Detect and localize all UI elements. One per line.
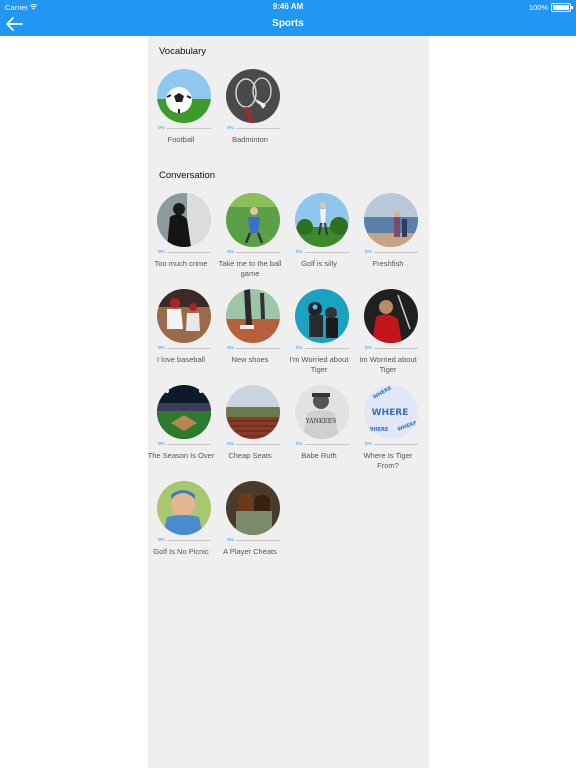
lesson-label: Take me to the ball game xyxy=(218,259,282,278)
progress-bar xyxy=(167,540,211,541)
progress-bar xyxy=(167,444,211,445)
progress-bar xyxy=(305,444,349,445)
progress-percent: 0% xyxy=(296,441,303,446)
progress-bar xyxy=(374,444,418,445)
progress-percent: 0% xyxy=(158,537,165,542)
progress-percent: 0% xyxy=(158,441,165,446)
navigation-bar: Carrier 9:46 AM 100% Sports xyxy=(0,0,576,36)
lesson-thumbnail xyxy=(295,289,349,343)
battery-icon xyxy=(551,3,573,12)
svg-text:YANKEES: YANKEES xyxy=(305,418,336,425)
lesson-label: Freshfish xyxy=(372,259,404,268)
progress-percent: 0% xyxy=(158,125,165,130)
lesson-label: Golf is silly xyxy=(301,259,337,268)
lesson-thumbnail xyxy=(226,289,280,343)
lesson-label: Where Is Tiger From? xyxy=(363,451,413,470)
lesson-thumbnail xyxy=(226,385,280,439)
lesson-thumbnail xyxy=(226,481,280,535)
progress-bar xyxy=(236,128,280,129)
page-title: Sports xyxy=(272,18,304,29)
section-title-conversation: Conversation xyxy=(159,170,215,181)
lesson-thumbnail xyxy=(157,289,211,343)
lesson-thumbnail xyxy=(295,193,349,247)
lesson-thumbnail xyxy=(364,193,418,247)
progress-bar xyxy=(374,252,418,253)
lesson-thumbnail xyxy=(226,193,280,247)
lessons-panel: Vocabulary Conversation 0% Football 0% Badm… xyxy=(148,36,429,768)
progress-bar xyxy=(305,252,349,253)
lesson-label: Too much crime xyxy=(154,259,208,268)
lesson-thumbnail xyxy=(157,481,211,535)
lesson-label: Cheap Seats xyxy=(228,451,272,460)
svg-text:WHERE: WHERE xyxy=(368,427,389,433)
lesson-thumbnail: YANKEES xyxy=(295,385,349,439)
lesson-thumbnail: WHERE WHERE WHERE WHERE xyxy=(364,385,418,439)
clock: 9:46 AM xyxy=(272,2,304,11)
progress-percent: 0% xyxy=(365,345,372,350)
lesson-thumbnail xyxy=(157,385,211,439)
progress-bar xyxy=(236,444,280,445)
progress-percent: 0% xyxy=(365,441,372,446)
lesson-thumbnail xyxy=(364,289,418,343)
progress-percent: 0% xyxy=(227,249,234,254)
progress-bar xyxy=(236,252,280,253)
progress-percent: 0% xyxy=(227,345,234,350)
lesson-thumbnail xyxy=(157,193,211,247)
progress-percent: 0% xyxy=(158,249,165,254)
progress-percent: 0% xyxy=(227,125,234,130)
progress-percent: 0% xyxy=(227,441,234,446)
progress-percent: 0% xyxy=(158,345,165,350)
progress-bar xyxy=(374,348,418,349)
progress-bar xyxy=(305,348,349,349)
svg-text:WHERE: WHERE xyxy=(372,408,409,418)
lesson-thumbnail xyxy=(226,69,280,123)
status-bar: Carrier 9:46 AM 100% xyxy=(0,0,576,14)
lesson-label: Babe Ruth xyxy=(301,451,337,460)
progress-bar xyxy=(167,348,211,349)
lesson-label: Football xyxy=(167,135,195,144)
lesson-label: Badminton xyxy=(232,135,268,144)
section-title-vocabulary: Vocabulary xyxy=(159,46,207,57)
lesson-label: The Season Is Over xyxy=(147,451,215,460)
lesson-thumbnail xyxy=(157,69,211,123)
progress-percent: 0% xyxy=(296,249,303,254)
progress-bar xyxy=(167,252,211,253)
progress-bar xyxy=(236,540,280,541)
lesson-label: New shoes xyxy=(231,355,269,364)
progress-bar xyxy=(167,128,211,129)
lesson-label: Im Worried about Tiger xyxy=(359,355,417,374)
battery-percentage: 100% xyxy=(528,3,548,12)
lesson-label: I'm Worried about Tiger xyxy=(289,355,349,374)
progress-percent: 0% xyxy=(227,537,234,542)
progress-bar xyxy=(236,348,280,349)
lesson-label: I love baseball xyxy=(157,355,205,364)
progress-percent: 0% xyxy=(296,345,303,350)
lesson-label: A Player Cheats xyxy=(223,547,277,556)
progress-percent: 0% xyxy=(365,249,372,254)
lesson-label: Golf Is No Picnic xyxy=(153,547,209,556)
